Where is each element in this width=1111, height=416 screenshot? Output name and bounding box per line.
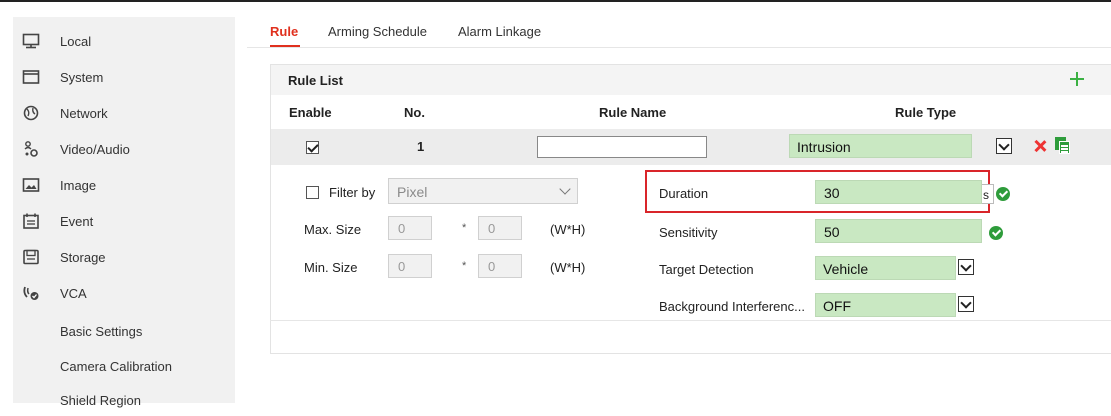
max-size-unit: (W*H): [550, 222, 586, 237]
sensitivity-input[interactable]: 50: [815, 219, 982, 243]
tab-rule[interactable]: Rule: [270, 24, 298, 39]
target-detection-value: Vehicle: [823, 261, 869, 277]
vca-icon: [23, 286, 39, 300]
duration-unit: s: [982, 184, 994, 204]
sensitivity-label: Sensitivity: [659, 225, 718, 240]
sidebar-item-label: Video/Audio: [60, 141, 130, 157]
rule-table-header: Enable No. Rule Name Rule Type: [271, 95, 1111, 129]
sidebar-item-storage[interactable]: Storage: [13, 239, 235, 275]
max-size-label: Max. Size: [304, 222, 362, 237]
calendar-icon: [23, 213, 39, 229]
min-size-unit: (W*H): [550, 260, 586, 275]
tab-bar-divider: [247, 47, 1111, 48]
max-height-input[interactable]: 0: [478, 216, 522, 240]
disk-icon: [23, 249, 39, 265]
check-circle-icon: [996, 187, 1010, 201]
sidebar-item-video-audio[interactable]: Video/Audio: [13, 131, 235, 167]
sidebar-item-label: Storage: [60, 249, 106, 265]
rule-name-input[interactable]: [537, 136, 707, 158]
tab-arming-schedule[interactable]: Arming Schedule: [328, 24, 427, 39]
times-sign: *: [462, 260, 467, 272]
table-row[interactable]: 1 Intrusion: [271, 129, 1111, 165]
sidebar-subitem-label: Shield Region: [60, 392, 141, 408]
min-width-value: 0: [398, 259, 406, 274]
rule-list-header: Rule List: [271, 65, 1111, 95]
column-header-enable: Enable: [289, 105, 332, 120]
image-icon: [22, 178, 40, 192]
column-header-rule-name: Rule Name: [599, 105, 667, 120]
sensitivity-value: 50: [824, 224, 840, 240]
sidebar-item-local[interactable]: Local: [13, 23, 235, 59]
min-width-input[interactable]: 0: [388, 254, 432, 278]
rule-list-title: Rule List: [288, 73, 343, 88]
filter-by-label: Filter by: [329, 185, 376, 200]
copy-icon[interactable]: [1055, 137, 1071, 155]
top-border: [0, 0, 1111, 2]
max-width-value: 0: [398, 221, 406, 236]
sidebar-item-vca[interactable]: VCA: [13, 275, 235, 311]
duration-input[interactable]: 30: [815, 180, 982, 204]
filter-by-checkbox[interactable]: [306, 186, 319, 199]
sidebar-item-label: System: [60, 69, 104, 85]
sidebar-item-label: Event: [60, 213, 94, 229]
duration-label: Duration: [659, 186, 709, 201]
sidebar-item-network[interactable]: Network: [13, 95, 235, 131]
sidebar-item-label: Image: [60, 177, 97, 193]
tab-alarm-linkage[interactable]: Alarm Linkage: [458, 24, 541, 39]
background-interference-value: OFF: [823, 298, 851, 314]
system-icon: [22, 70, 40, 84]
chevron-down-icon: [559, 183, 571, 195]
target-detection-select[interactable]: Vehicle: [815, 256, 956, 280]
chevron-down-icon[interactable]: [958, 259, 974, 275]
max-width-input[interactable]: 0: [388, 216, 432, 240]
sidebar-subitem-label: Basic Settings: [60, 323, 143, 339]
target-detection-label: Target Detection: [659, 262, 754, 277]
sidebar-item-label: Network: [60, 105, 108, 121]
sidebar-item-label: VCA: [60, 285, 87, 301]
sidebar-item-system[interactable]: System: [13, 59, 235, 95]
column-header-no: No.: [404, 105, 425, 120]
sidebar-item-image[interactable]: Image: [13, 167, 235, 203]
column-header-rule-type: Rule Type: [895, 105, 957, 120]
duration-value: 30: [824, 185, 840, 201]
rule-type-select[interactable]: Intrusion: [789, 134, 972, 158]
rule-type-value: Intrusion: [797, 139, 851, 155]
add-rule-button[interactable]: [1067, 69, 1087, 89]
monitor-icon: [22, 33, 40, 49]
chevron-down-icon[interactable]: [996, 138, 1012, 154]
rule-enable-checkbox[interactable]: [306, 141, 319, 154]
duration-unit-text: s: [983, 188, 989, 202]
filter-by-value: Pixel: [397, 184, 428, 200]
chevron-down-icon[interactable]: [958, 296, 974, 312]
check-circle-icon: [989, 226, 1003, 240]
form-divider: [270, 320, 1111, 321]
sidebar-item-event[interactable]: Event: [13, 203, 235, 239]
min-size-label: Min. Size: [304, 260, 358, 275]
times-sign: *: [462, 222, 467, 234]
sidebar: Local System Network Video/Audio Image E…: [13, 17, 235, 408]
rule-number: 1: [417, 139, 425, 154]
background-interference-select[interactable]: OFF: [815, 293, 956, 317]
max-height-value: 0: [488, 221, 496, 236]
globe-icon: [23, 105, 39, 121]
min-height-input[interactable]: 0: [478, 254, 522, 278]
filter-by-select[interactable]: Pixel: [388, 178, 578, 204]
sidebar-subitem-camera-calibration[interactable]: Camera Calibration: [13, 350, 235, 382]
min-height-value: 0: [488, 259, 496, 274]
sidebar-item-label: Local: [60, 33, 92, 49]
video-audio-icon: [24, 141, 38, 157]
delete-icon[interactable]: [1032, 138, 1048, 154]
sidebar-subitem-shield-region[interactable]: Shield Region: [13, 384, 235, 416]
sidebar-subitem-basic-settings[interactable]: Basic Settings: [13, 315, 235, 347]
sidebar-subitem-label: Camera Calibration: [60, 358, 172, 374]
background-interference-label: Background Interferenc...: [659, 299, 805, 314]
